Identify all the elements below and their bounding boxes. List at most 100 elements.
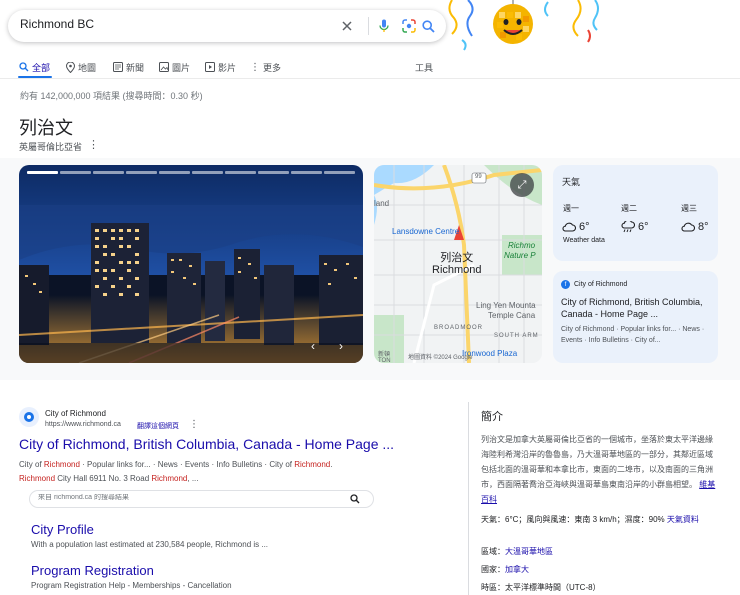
photo-progress <box>27 171 355 174</box>
snippet-highlight: Richmond <box>19 474 56 483</box>
tab-label: 影片 <box>218 62 237 73</box>
tab-label: 更多 <box>263 62 282 73</box>
tab-news[interactable]: 新聞 <box>113 56 144 78</box>
fact-key: 區域： <box>481 547 505 556</box>
weather-day: 週三 <box>681 204 697 213</box>
weather-forecast: 8° <box>681 221 709 233</box>
sitelink-title[interactable]: Program Registration <box>31 563 232 578</box>
map-label-highway: 99 <box>475 174 482 180</box>
map-label: land <box>374 199 390 208</box>
site-search-box[interactable] <box>29 490 374 508</box>
tab-label: 圖片 <box>172 62 191 73</box>
website-card-title: City of Richmond, British Columbia, Cana… <box>561 297 703 319</box>
map-city-label: 列治文 Richmond <box>432 252 482 276</box>
tab-images[interactable]: 圖片 <box>159 56 190 78</box>
map-label: Nature P <box>504 251 536 260</box>
microphone-icon[interactable] <box>376 18 392 34</box>
region-link[interactable]: 大溫哥華地區 <box>505 547 553 556</box>
translate-link[interactable]: 翻譯這個網頁 <box>137 421 179 431</box>
map-label: Temple Cana <box>488 311 536 320</box>
image-icon <box>159 62 169 72</box>
fact-value: 6°C；風向與風速：東南 3 km/h；濕度：90% <box>505 515 665 524</box>
lens-icon[interactable] <box>401 18 417 34</box>
city-photo[interactable]: ‹ › <box>19 165 363 363</box>
fact-country: 國家：加拿大 <box>481 563 721 576</box>
snippet-text: City Hall 6911 No. 3 Road <box>55 474 152 483</box>
video-icon <box>205 62 215 72</box>
fact-key: 時區： <box>481 583 505 592</box>
search-input[interactable] <box>20 17 320 31</box>
result-title-link[interactable]: City of Richmond, British Columbia, Cana… <box>19 436 394 452</box>
cloud-icon <box>562 222 576 232</box>
search-icon[interactable] <box>340 493 370 505</box>
map-pin-icon <box>66 61 75 73</box>
cloud-icon <box>681 222 695 232</box>
result-options-icon[interactable]: ⋮ <box>189 419 199 430</box>
sitelink-title[interactable]: City Profile <box>31 522 268 537</box>
clear-icon[interactable] <box>339 18 355 34</box>
search-tabs: 全部 地圖 新聞 圖片 影片 ⋮ 更多 工具 <box>0 56 740 78</box>
weather-card[interactable]: 天氣 週一 週二 週三 6° 6° 8° Weather data <box>553 165 718 261</box>
search-box[interactable] <box>8 10 446 42</box>
weather-data-link[interactable]: 天氣資料 <box>667 515 699 524</box>
more-options-icon[interactable]: ⋮ <box>88 138 99 151</box>
map-city-zh: 列治文 <box>440 252 474 264</box>
tab-videos[interactable]: 影片 <box>205 56 236 78</box>
website-card-links: City of Richmond · Popular links for... … <box>561 326 705 344</box>
weather-data-label: Weather data <box>563 237 605 244</box>
sitelink: City Profile With a population last esti… <box>31 522 268 549</box>
tab-label: 新聞 <box>126 62 145 73</box>
result-url: https://www.richmond.ca <box>45 421 121 428</box>
next-photo-button[interactable]: › <box>331 336 351 356</box>
tools-label: 工具 <box>415 62 434 73</box>
more-icon: ⋮ <box>250 61 260 73</box>
entity-title: 列治文 <box>19 118 73 138</box>
expand-map-icon[interactable]: ⤢ <box>510 173 534 197</box>
tools-button[interactable]: 工具 <box>415 56 433 78</box>
tab-maps[interactable]: 地圖 <box>66 56 96 78</box>
sitelink-desc: Program Registration Help - Memberships … <box>31 581 232 590</box>
map-label: Ling Yen Mounta <box>476 301 536 310</box>
fact-value: 太平洋標準時間（UTC-8） <box>505 583 601 592</box>
doodle-graphic[interactable] <box>440 0 740 60</box>
snippet-text: , ... <box>187 474 199 483</box>
weather-temp: 8° <box>698 221 709 233</box>
tab-more[interactable]: ⋮ 更多 <box>250 56 281 78</box>
snippet-highlight: Richmond <box>151 474 188 483</box>
previous-photo-button[interactable]: ‹ <box>303 336 323 356</box>
panel-divider <box>468 402 469 595</box>
country-link[interactable]: 加拿大 <box>505 565 529 574</box>
entity-subtitle: 英屬哥倫比亞省 <box>19 142 83 152</box>
map-label: Richmo <box>508 241 536 250</box>
site-search-input[interactable] <box>38 494 318 501</box>
snippet-text: City of <box>19 460 44 469</box>
fact-region: 區域：大溫哥華地區 <box>481 545 721 558</box>
about-text: 列治文是加拿大英屬哥倫比亞省的一個城市，坐落於東太平洋邊緣海陸利希灣沿岸的魯魯島… <box>481 432 719 507</box>
sitelink: Program Registration Program Registratio… <box>31 563 232 590</box>
weather-day: 週二 <box>621 204 637 213</box>
website-card[interactable]: f City of Richmond City of Richmond, Bri… <box>553 271 718 363</box>
result-snippet: City of Richmond · Popular links for... … <box>19 458 419 486</box>
map-city-en: Richmond <box>432 264 482 276</box>
snippet-highlight: Richmond <box>294 460 331 469</box>
map-label: SOUTH ARM <box>494 333 539 339</box>
weather-forecast: 6° <box>621 221 649 233</box>
sitelink-desc: With a population last estimated at 230,… <box>31 540 269 549</box>
search-divider <box>368 17 369 35</box>
weather-day: 週一 <box>563 204 579 213</box>
fact-weather: 天氣：6°C；風向與風速：東南 3 km/h；濕度：90% 天氣資料 <box>481 513 721 526</box>
fact-key: 國家： <box>481 565 505 574</box>
weather-temp: 6° <box>579 221 590 233</box>
result-site-name: City of Richmond <box>45 409 106 418</box>
tab-label: 全部 <box>32 62 51 73</box>
map-credit: 地圖資料 ©2024 Google <box>408 355 473 361</box>
news-icon <box>113 62 123 72</box>
search-icon[interactable] <box>420 18 436 34</box>
tab-all[interactable]: 全部 <box>19 56 50 78</box>
cloud-rain-icon <box>621 221 635 233</box>
weather-temp: 6° <box>638 221 649 233</box>
map-thumbnail[interactable]: 99 land Lansdowne Centre Richmo Nature P… <box>374 165 542 363</box>
weather-title: 天氣 <box>562 177 581 187</box>
tab-label: 地圖 <box>78 62 97 73</box>
website-card-header: f City of Richmond <box>561 280 627 289</box>
